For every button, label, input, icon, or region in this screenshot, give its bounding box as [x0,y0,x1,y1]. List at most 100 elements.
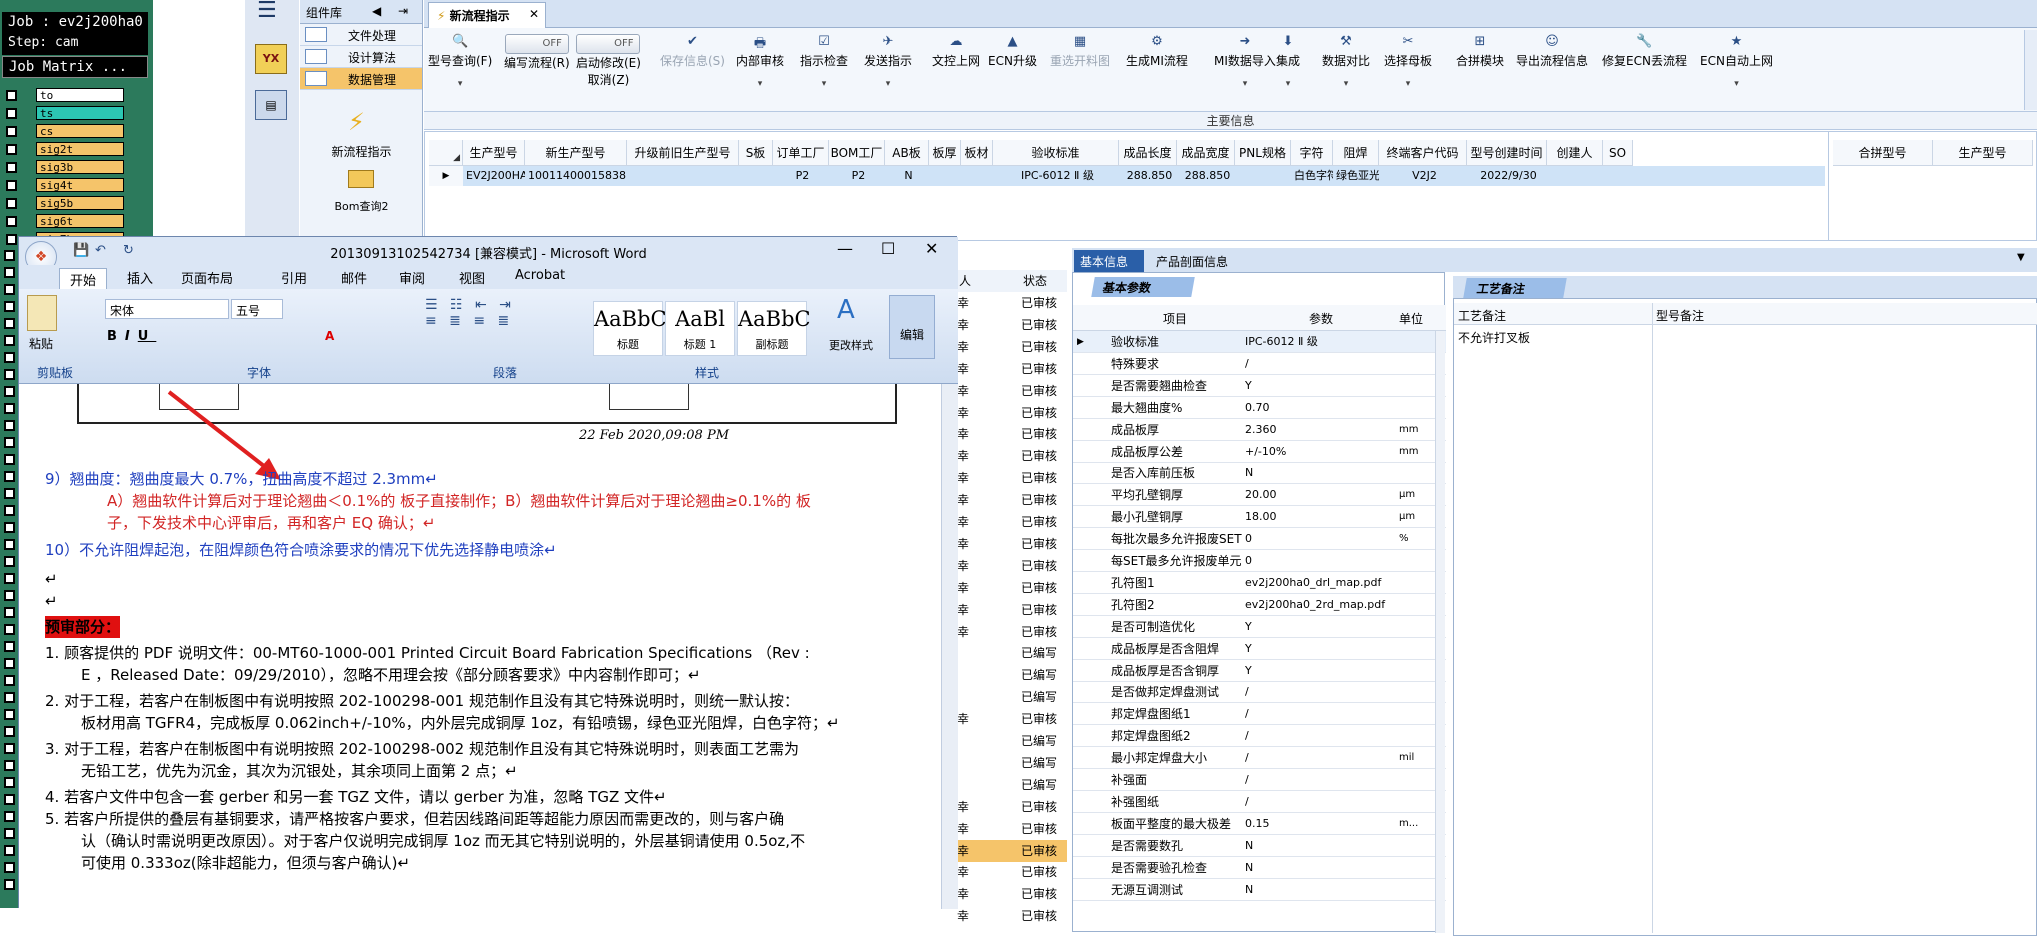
layer-checkbox[interactable] [4,590,15,601]
layer-name[interactable]: ts [36,106,124,120]
status-person[interactable]: 幸 [957,336,1015,358]
word-tab[interactable]: 开始 [59,268,108,289]
tab-basic-info[interactable]: 基本信息 [1074,250,1144,272]
table-row[interactable]: 最小邦定焊盘大小 / mil [1073,747,1446,770]
param-value[interactable]: / [1245,681,1249,703]
dropdown-arrow-icon[interactable]: ▾ [428,79,492,89]
grid-header-cell[interactable]: 新生产型号 [525,140,627,166]
layer-row[interactable]: cs [4,124,149,138]
dropdown-arrow-icon[interactable]: ▾ [864,79,912,89]
status-value[interactable]: 已编写 [1015,730,1067,752]
layer-checkbox[interactable] [4,318,15,329]
layer-checkbox[interactable] [4,386,15,397]
layer-checkbox[interactable] [6,234,17,245]
craft-note-text[interactable]: 不允许打叉板 [1458,329,1530,346]
layer-checkbox[interactable] [4,556,15,567]
param-value[interactable]: 0 [1245,550,1252,572]
status-person[interactable] [957,642,1015,664]
layer-checkbox[interactable] [6,180,17,191]
grid-cell[interactable]: P2 [829,166,885,186]
pin-icon[interactable]: ⇥ [398,4,408,18]
dropdown-arrow-icon[interactable]: ▾ [1214,79,1276,89]
change-style-icon[interactable]: A [837,295,855,325]
tab-new-flow[interactable]: ⚡ 新流程指示 ✕ [428,2,546,28]
grid-header-cell[interactable]: S板 [739,140,773,166]
grid-cell[interactable]: 288.850 [1119,166,1177,186]
toolbar-scrollbar[interactable] [2024,30,2037,110]
grid-header-cell[interactable]: BOM工厂 [829,140,885,166]
table-row[interactable]: 成品板厚公差 +/-10% mm [1073,441,1446,463]
status-value[interactable]: 已审核 [1015,467,1067,489]
status-person[interactable]: 幸 [957,577,1015,599]
param-value[interactable]: Y [1245,638,1252,660]
grid-header-cell[interactable]: 字符 [1291,140,1333,166]
status-value[interactable]: 已审核 [1015,533,1067,555]
layer-checkbox[interactable] [4,845,15,856]
status-person[interactable]: 幸 [957,905,1015,927]
dropdown-arrow-icon[interactable]: ▾ [800,79,848,89]
param-value[interactable]: / [1245,353,1249,375]
param-value[interactable]: N [1245,857,1253,879]
change-style-button[interactable]: 更改样式 [829,337,873,353]
table-row[interactable]: 邦定焊盘图纸2 / [1073,725,1446,748]
toolbar-button[interactable]: ☁ 文控上网 [932,34,980,69]
grid-cell[interactable]: 绿色亚光 [1333,166,1379,186]
layer-row[interactable]: to [4,88,149,102]
grid-header-cell[interactable]: 订单工厂 [773,140,829,166]
style-item[interactable]: AaBbC 副标题 [737,301,811,356]
folder-icon[interactable] [348,170,374,188]
status-value[interactable]: 已审核 [1015,861,1067,883]
layer-checkbox[interactable] [4,267,15,278]
status-value[interactable]: 已审核 [1015,621,1067,643]
toggle-switch[interactable]: OFF [504,34,569,54]
param-value[interactable]: N [1245,835,1253,857]
layer-checkbox[interactable] [4,811,15,822]
status-person[interactable]: 幸 [957,621,1015,643]
status-person[interactable]: 幸 [957,402,1015,424]
status-value[interactable]: 已审核 [1015,489,1067,511]
maximize-icon[interactable]: ☐ [881,239,895,258]
param-value[interactable]: +/-10% [1245,441,1286,463]
status-person[interactable]: 幸 [957,818,1015,840]
grid-cell[interactable]: 2022/9/30 [1467,166,1547,186]
status-person[interactable] [957,752,1015,774]
layer-checkbox[interactable] [4,641,15,652]
table-row[interactable]: 最小孔壁铜厚 18.00 μm [1073,506,1446,529]
param-value[interactable]: ev2j200ha0_drl_map.pdf [1245,572,1381,594]
word-tab[interactable]: 邮件 [341,268,367,287]
param-value[interactable]: / [1245,747,1249,769]
toggle-switch[interactable]: OFF [576,34,641,54]
layer-checkbox[interactable] [4,335,15,346]
grid-header-cell[interactable]: 验收标准 [993,140,1119,166]
grid-header-cell[interactable]: 成品宽度 [1177,140,1235,166]
grid-cell[interactable]: 288.850 [1177,166,1235,186]
table-row[interactable]: 邦定焊盘图纸1 / [1073,703,1446,726]
layer-checkbox[interactable] [4,420,15,431]
layer-row[interactable]: sig2t [4,142,149,156]
layer-checkbox[interactable] [4,488,15,499]
toolbar-button[interactable]: ★ ECN自动上网 ▾ [1700,34,1773,89]
status-person[interactable]: 幸 [957,839,1015,862]
layer-name[interactable]: sig4t [36,178,124,192]
status-value[interactable]: 已审核 [1015,555,1067,577]
grid-header-cell[interactable]: 升级前旧生产型号 [627,140,739,166]
table-row[interactable]: 是否需要翘曲检查 Y [1073,375,1446,397]
toolbar-button[interactable]: OFF 启动修改(E) 取消(Z) [576,34,641,88]
layer-checkbox[interactable] [4,250,15,261]
status-value[interactable]: 已审核 [1015,818,1067,840]
grid-header-cell[interactable]: 成品长度 [1119,140,1177,166]
layer-checkbox[interactable] [4,573,15,584]
toolbar-label[interactable]: 取消(Z) [576,71,641,88]
word-tab[interactable]: 审阅 [399,268,425,287]
status-value[interactable]: 已审核 [1015,402,1067,424]
grid-header-cell[interactable]: 板厚 [929,140,961,166]
table-row[interactable]: 最大翘曲度% 0.70 [1073,397,1446,419]
close-icon[interactable]: ✕ [529,7,539,21]
table-row[interactable]: 是否入库前压板 N [1073,462,1446,485]
grid-cell[interactable]: N [885,166,929,186]
style-item[interactable]: AaBbC 标题 [593,301,667,356]
status-person[interactable]: 幸 [957,467,1015,489]
layer-checkbox[interactable] [6,162,17,173]
toolbar-button[interactable]: ✔ 保存信息(S) [660,34,725,69]
grid-cell[interactable]: 白色字符 [1291,166,1333,186]
